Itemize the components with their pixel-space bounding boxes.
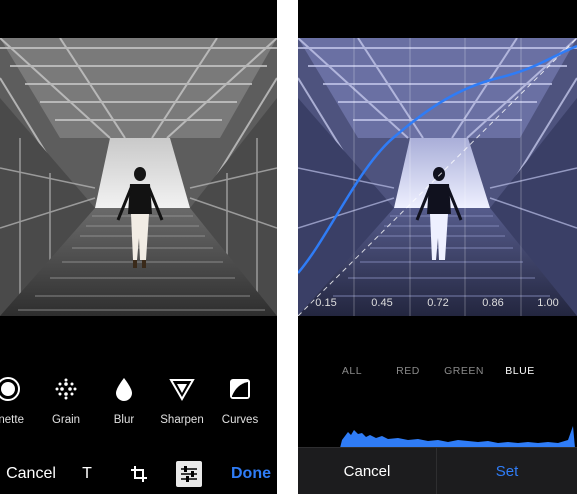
curve-value-row: 0.15 0.45 0.72 0.86 1.00 (298, 297, 577, 315)
tool-label: Grain (51, 414, 81, 426)
tool-curves[interactable]: Curves (210, 376, 270, 426)
tool-sharpen[interactable]: Sharpen (152, 376, 212, 426)
blur-drop-icon (94, 376, 154, 402)
text-tool-button[interactable]: T (72, 454, 102, 494)
photo-preview (0, 38, 277, 316)
editor-toolbar: Cancel T Done (0, 454, 277, 494)
channel-tab-red[interactable]: RED (396, 365, 420, 377)
curve-value: 0.45 (371, 297, 393, 309)
sliders-icon[interactable] (176, 461, 202, 487)
vignette-icon (0, 376, 38, 402)
channel-tab-green[interactable]: GREEN (444, 365, 484, 377)
tool-label: Curves (221, 414, 259, 426)
crop-icon[interactable] (124, 454, 154, 494)
right-phone-screen: 0.15 0.45 0.72 0.86 1.00 ALL RED GREEN B… (298, 0, 577, 494)
histogram (298, 418, 577, 448)
curve-value: 1.00 (537, 297, 559, 309)
tool-label: Blur (113, 414, 135, 426)
curve-value: 0.15 (315, 297, 337, 309)
tool-blur[interactable]: Blur (94, 376, 154, 426)
tool-label: gnette (0, 414, 24, 426)
tool-label: Sharpen (160, 414, 204, 426)
curves-photo-preview (298, 38, 577, 316)
cancel-button[interactable]: Cancel (0, 454, 62, 494)
tool-grain[interactable]: Grain (36, 376, 96, 426)
curve-value: 0.86 (482, 297, 504, 309)
channel-tab-blue[interactable]: BLUE (505, 365, 534, 377)
curve-value: 0.72 (427, 297, 449, 309)
curves-icon (210, 376, 270, 402)
done-button[interactable]: Done (226, 454, 276, 494)
channel-tab-all[interactable]: ALL (342, 365, 362, 377)
tool-vignette[interactable]: gnette (0, 376, 38, 426)
grain-icon (36, 376, 96, 402)
cancel-button[interactable]: Cancel (298, 448, 436, 494)
sharpen-triangle-icon (152, 376, 212, 402)
curves-action-bar: Cancel Set (298, 447, 577, 494)
set-button[interactable]: Set (437, 448, 577, 494)
left-phone-screen: gnette Grain Blur Sharpen Curves Cancel (0, 0, 277, 494)
